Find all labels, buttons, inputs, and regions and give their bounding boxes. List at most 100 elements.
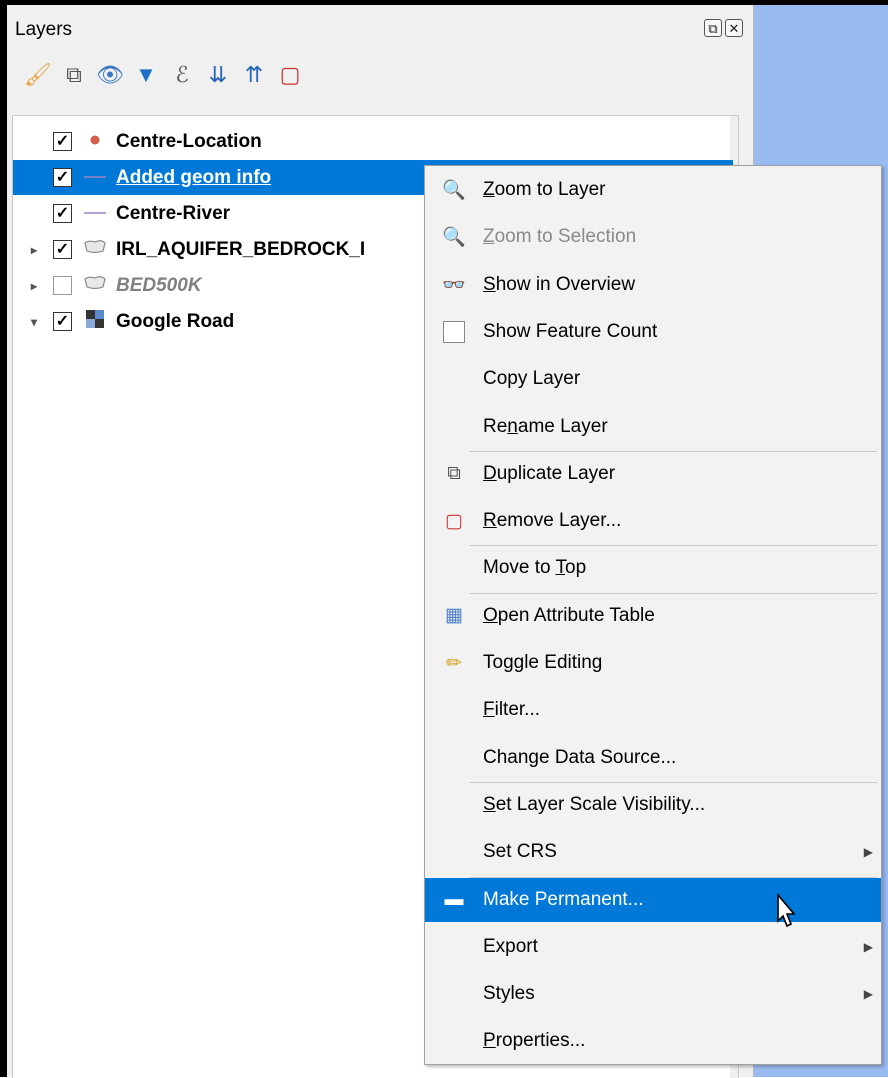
menu-label-text: ilter... [494,699,541,721]
layer-row[interactable]: ▸ BED500K [13,268,202,303]
layer-row[interactable]: ▸ ✓ IRL_AQUIFER_BEDROCK_I [13,232,365,267]
menu-item-label: Rename Layer [483,416,608,438]
menu-label-mnemonic: n [507,415,518,437]
menu-item-toggle-editing[interactable]: ✏ Toggle Editing [425,641,881,685]
layer-visibility-checkbox[interactable] [53,276,72,295]
expand-arrow-icon[interactable]: ▸ [27,243,41,257]
menu-label-mnemonic: F [483,699,495,721]
menu-label-text: oom to Selection [494,226,637,248]
menu-label-text: Copy Layer [483,368,581,390]
menu-label-text: emove Layer... [496,510,622,532]
layer-row[interactable]: ▾ ✓ Google Road [13,304,234,339]
menu-item-filter[interactable]: Filter... [425,688,881,732]
close-icon[interactable]: ✕ [725,19,743,37]
expression-filter-icon[interactable]: ℰ [165,58,199,92]
menu-label-text: Move to [483,557,556,579]
panel-title: Layers [15,19,73,40]
menu-item-label: Properties... [483,1030,585,1052]
layer-visibility-checkbox[interactable]: ✓ [53,312,72,331]
menu-item-label: Toggle Editing [483,652,602,674]
menu-item-show-in-overview[interactable]: 👓 Show in Overview [425,263,881,307]
menu-label-text: roperties... [495,1030,586,1052]
menu-item-zoom-to-selection[interactable]: 🔍 Zoom to Selection [425,215,881,259]
menu-item-show-feature-count[interactable]: Show Feature Count [425,310,881,354]
manage-visibility-icon[interactable]: 👁 [93,58,127,92]
filter-legend-icon[interactable]: ▼ [129,58,163,92]
menu-item-label: Open Attribute Table [483,605,655,627]
add-group-icon[interactable]: ⧉ [57,58,91,92]
menu-icon-slot [435,837,473,867]
menu-item-label: Copy Layer [483,368,580,390]
layer-visibility-checkbox[interactable]: ✓ [53,204,72,223]
mouse-cursor-icon [777,893,796,928]
layers-toolbar: 🖌 ⧉ 👁 ▼ ℰ ⇊ ⇈ ▢ [21,57,307,93]
menu-separator [469,450,877,452]
menu-label-text: Make Permanent... [483,888,644,910]
collapse-all-icon[interactable]: ⇈ [237,58,271,92]
menu-label-mnemonic: T [555,557,566,579]
menu-item-label: Filter... [483,699,540,721]
menu-separator [469,876,877,878]
menu-icon-slot [435,790,473,820]
submenu-arrow-icon: ▶ [863,987,873,1002]
menu-item-label: Set Layer Scale Visibility... [483,794,705,816]
menu-item-export[interactable]: Export ▶ [425,925,881,969]
menu-item-label: Make Permanent... [483,889,644,911]
raster-icon [82,310,108,333]
menu-item-label: Export [483,936,538,958]
menu-item-label: Zoom to Selection [483,226,636,248]
expand-arrow-icon[interactable]: ▸ [27,279,41,293]
menu-item-set-layer-scale-visibility[interactable]: Set Layer Scale Visibility... [425,783,881,827]
layer-name: Google Road [116,310,235,332]
menu-item-zoom-to-layer[interactable]: 🔍 Zoom to Layer [425,168,881,212]
menu-label-text: Toggle Editing [483,652,603,673]
menu-item-change-data-source[interactable]: Change Data Source... [425,736,881,780]
restore-icon[interactable]: ⧉ [704,19,722,37]
layer-row[interactable]: ✓ Centre-Location [13,124,262,159]
layer-name: IRL_AQUIFER_BEDROCK_I [116,238,366,260]
layer-name: Centre-Location [116,130,262,152]
collapse-arrow-icon[interactable]: ▾ [27,315,41,329]
menu-icon-slot [435,553,473,583]
menu-item-label: Zoom to Layer [483,179,606,201]
menu-item-copy-layer[interactable]: Copy Layer [425,357,881,401]
menu-item-make-permanent[interactable]: ▬ Make Permanent... [425,877,881,922]
menu-item-set-crs[interactable]: Set CRS ▶ [425,830,881,874]
menu-item-move-to-top[interactable]: Move to Top [425,546,881,590]
menu-label-text: Re [483,415,508,437]
expand-all-icon[interactable]: ⇊ [201,58,235,92]
menu-label-text: Set CRS [483,841,557,863]
remove-layer-icon[interactable]: ▢ [273,58,307,92]
layer-row[interactable]: ✓ Centre-River [13,196,230,231]
menu-item-label: Set CRS [483,841,557,863]
menu-label-mnemonic: Z [483,226,495,248]
menu-item-label: Show in Overview [483,274,635,296]
menu-item-properties[interactable]: Properties... [425,1019,881,1063]
line-icon [82,205,108,223]
menu-separator [469,592,877,594]
submenu-arrow-icon: ▶ [863,845,873,860]
window-border-left [0,0,7,1077]
menu-icon-slot [435,695,473,725]
layer-visibility-checkbox[interactable]: ✓ [53,132,72,151]
style-brush-icon[interactable]: 🖌 [21,58,55,92]
menu-label-mnemonic: S [483,793,496,815]
polygon-icon [82,275,108,296]
menu-item-open-attribute-table[interactable]: ▦ Open Attribute Table [425,594,881,638]
menu-label-text: op [565,557,587,579]
menu-label-mnemonic: S [483,273,496,295]
menu-separator [469,781,877,783]
layer-visibility-checkbox[interactable]: ✓ [53,240,72,259]
layer-name: Centre-River [116,202,231,224]
menu-item-styles[interactable]: Styles ▶ [425,972,881,1016]
duplicate-layer-icon: ⧉ [447,462,461,484]
zoom-selection-icon: 🔍 [442,227,466,249]
menu-item-remove-layer[interactable]: ▢ Remove Layer... [425,499,881,543]
menu-item-rename-layer[interactable]: Rename Layer [425,405,881,449]
layer-name: Added geom info [116,166,272,188]
layer-visibility-checkbox[interactable]: ✓ [53,168,72,187]
menu-item-label: Change Data Source... [483,747,676,769]
point-icon [82,133,108,151]
menu-label-text: ame Layer [517,415,608,437]
menu-item-duplicate-layer[interactable]: ⧉ Duplicate Layer [425,452,881,496]
